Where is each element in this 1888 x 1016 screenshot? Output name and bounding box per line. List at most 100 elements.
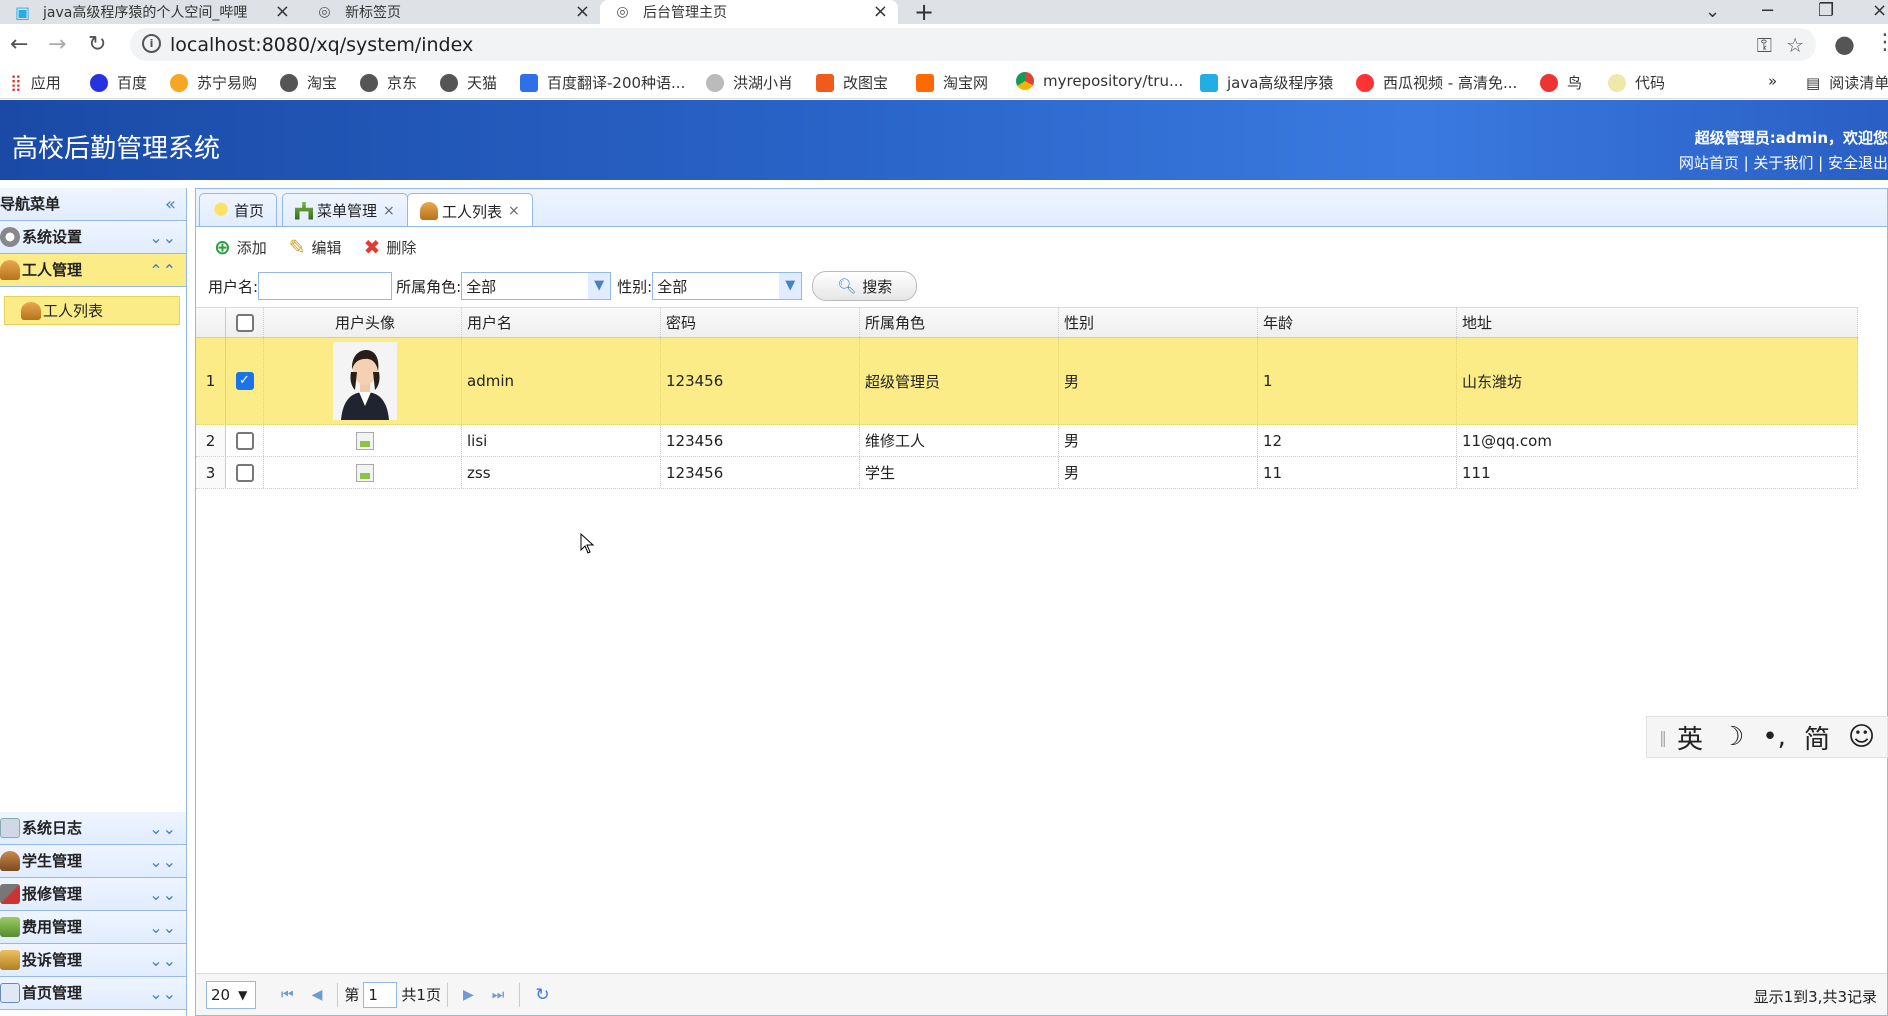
window-close-icon[interactable]: × bbox=[1872, 0, 1887, 21]
bookmark-tmall[interactable]: 天猫 bbox=[440, 72, 497, 93]
sidebar-item-worker-list[interactable]: 工人列表 bbox=[4, 296, 180, 325]
page-number-input[interactable]: 1 bbox=[363, 981, 398, 1008]
role-select[interactable]: 全部 ▼ bbox=[461, 272, 612, 300]
bookmark-xigua[interactable]: 西瓜视频 - 高清免... bbox=[1356, 72, 1517, 93]
select-all-checkbox[interactable] bbox=[235, 313, 254, 332]
page-size-select[interactable]: 20 ▼ bbox=[206, 980, 256, 1009]
new-tab-icon[interactable]: + bbox=[914, 0, 934, 26]
tab-menu-management[interactable]: 菜单管理 × bbox=[282, 193, 408, 227]
table-row[interactable]: 3 zss 123456 学生 男 11 111 bbox=[196, 457, 1858, 489]
username-input[interactable] bbox=[258, 272, 393, 300]
bookmark-code[interactable]: 代码 bbox=[1608, 72, 1665, 93]
next-page-icon[interactable]: ▶ bbox=[463, 987, 474, 1003]
bookmarks-bar: ⣿ 应用 百度 苏宁易购 淘宝 京东 天猫 百度翻译-200种语... 洪湖小肖 … bbox=[0, 65, 1888, 99]
browser-tab-1[interactable]: ▣ java高级程序猿的个人空间_哔哩 × bbox=[0, 0, 300, 24]
forward-icon[interactable]: → bbox=[48, 32, 66, 57]
sidebar-panel-worker-management[interactable]: 工人管理 ⌃⌃ bbox=[0, 254, 186, 287]
chevron-down-icon[interactable]: ▼ bbox=[779, 273, 802, 299]
row-checkbox[interactable] bbox=[235, 431, 254, 450]
globe-icon bbox=[440, 73, 458, 92]
gender-cell: 男 bbox=[1059, 457, 1258, 488]
bookmark-fanyi[interactable]: 百度翻译-200种语... bbox=[520, 72, 685, 93]
reload-icon[interactable]: ↻ bbox=[88, 32, 106, 57]
search-button[interactable]: 🔍︎ 搜索 bbox=[812, 271, 918, 301]
chevron-down-icon[interactable]: ▼ bbox=[588, 273, 611, 299]
star-icon[interactable]: ☆ bbox=[1786, 33, 1804, 57]
bookmark-niao[interactable]: 鸟 bbox=[1540, 72, 1582, 93]
first-page-icon[interactable]: ⏮ bbox=[281, 987, 294, 1003]
row-checkbox[interactable] bbox=[235, 463, 254, 482]
restore-icon[interactable]: ❐ bbox=[1818, 0, 1834, 21]
column-header-address[interactable]: 地址 bbox=[1457, 308, 1858, 337]
url-text[interactable]: localhost:8080/xq/system/index bbox=[170, 34, 473, 56]
punctuation-icon[interactable]: •, bbox=[1762, 722, 1786, 752]
minimize-icon[interactable]: − bbox=[1760, 0, 1775, 21]
profile-dropdown-icon[interactable]: ⌄ bbox=[1705, 1, 1720, 22]
edit-button[interactable]: ✎ 编辑 bbox=[289, 235, 342, 259]
column-header-role[interactable]: 所属角色 bbox=[860, 308, 1059, 337]
close-icon[interactable]: × bbox=[873, 1, 888, 22]
column-header-age[interactable]: 年龄 bbox=[1258, 308, 1457, 337]
tab-home[interactable]: 首页 bbox=[199, 193, 278, 227]
menu-icon[interactable]: ⋮ bbox=[1874, 30, 1888, 55]
bookmark-taobaowang[interactable]: 淘宝网 bbox=[916, 72, 988, 93]
row-checkbox[interactable]: ✓ bbox=[235, 372, 254, 390]
bookmark-myrepository[interactable]: myrepository/tru... bbox=[1016, 72, 1183, 90]
column-header-avatar[interactable]: 用户头像 bbox=[264, 308, 462, 337]
moon-icon[interactable]: ☽ bbox=[1721, 722, 1744, 752]
header-links[interactable]: 网站首页 | 关于我们 | 安全退出 bbox=[1679, 152, 1888, 173]
sidebar-panel-system-log[interactable]: 系统日志 ⌄⌄ bbox=[0, 812, 186, 845]
emoji-icon[interactable]: ☺ bbox=[1848, 722, 1875, 752]
sidebar-panel-repair-management[interactable]: 报修管理 ⌄⌄ bbox=[0, 878, 186, 911]
browser-tab-2[interactable]: ◎ 新标签页 × bbox=[302, 0, 600, 24]
info-icon[interactable]: i bbox=[142, 34, 161, 53]
column-header-password[interactable]: 密码 bbox=[661, 308, 860, 337]
table-row[interactable]: 2 lisi 123456 维修工人 男 12 11@qq.com bbox=[196, 425, 1858, 457]
sidebar-panel-complaint-management[interactable]: 投诉管理 ⌄⌄ bbox=[0, 944, 186, 977]
delete-button[interactable]: ✖ 删除 bbox=[364, 235, 417, 259]
address-bar[interactable]: i localhost:8080/xq/system/index ⚿ ☆ bbox=[130, 28, 1816, 61]
column-header-username[interactable]: 用户名 bbox=[462, 308, 661, 337]
sidebar-panel-home-management[interactable]: 首页管理 ⌄⌄ bbox=[0, 977, 186, 1010]
ime-simplified-toggle[interactable]: 简 bbox=[1804, 719, 1830, 756]
close-icon[interactable]: × bbox=[383, 203, 395, 219]
back-icon[interactable]: ← bbox=[10, 32, 28, 57]
sidebar-panel-fee-management[interactable]: 费用管理 ⌄⌄ bbox=[0, 911, 186, 944]
bookmarks-more[interactable]: » bbox=[1768, 72, 1777, 90]
ime-handle[interactable]: ‖ bbox=[1659, 728, 1667, 747]
select-cell bbox=[226, 457, 264, 488]
bookmark-suning[interactable]: 苏宁易购 bbox=[170, 72, 257, 93]
ime-language-toggle[interactable]: 英 bbox=[1677, 719, 1703, 756]
browser-tab-strip: ▣ java高级程序猿的个人空间_哔哩 × ◎ 新标签页 × ◎ 后台管理主页 … bbox=[0, 0, 1888, 26]
row-number: 3 bbox=[196, 457, 226, 488]
add-button[interactable]: ⊕ 添加 bbox=[214, 235, 267, 259]
reading-list[interactable]: ▤ 阅读清单 bbox=[1806, 72, 1888, 93]
profile-icon[interactable]: ● bbox=[1834, 30, 1855, 58]
table-row[interactable]: 1 ✓ admin 123456 超级管理员 男 1 山东潍坊 bbox=[196, 338, 1858, 425]
sidebar-panel-student-management[interactable]: 学生管理 ⌄⌄ bbox=[0, 845, 186, 878]
close-icon[interactable]: × bbox=[508, 203, 520, 219]
collapse-icon[interactable]: « bbox=[165, 188, 176, 221]
globe-icon: ◎ bbox=[616, 4, 629, 20]
column-header-gender[interactable]: 性别 bbox=[1059, 308, 1258, 337]
bookmark-apps[interactable]: ⣿ 应用 bbox=[10, 72, 61, 93]
gender-select[interactable]: 全部 ▼ bbox=[652, 272, 803, 300]
chevron-down-icon: ⌄⌄ bbox=[149, 228, 176, 247]
last-page-icon[interactable]: ⏭ bbox=[492, 987, 505, 1003]
bookmark-honghu[interactable]: 洪湖小肖 bbox=[706, 72, 793, 93]
bookmark-baidu[interactable]: 百度 bbox=[90, 72, 147, 93]
prev-page-icon[interactable]: ◀ bbox=[312, 987, 323, 1003]
tab-worker-list[interactable]: 工人列表 × bbox=[407, 193, 533, 228]
refresh-icon[interactable]: ↻ bbox=[535, 985, 549, 1005]
close-icon[interactable]: × bbox=[575, 1, 590, 22]
username-cell: lisi bbox=[462, 425, 661, 456]
bookmark-jd[interactable]: 京东 bbox=[360, 72, 417, 93]
browser-tab-3[interactable]: ◎ 后台管理主页 × bbox=[600, 0, 898, 24]
bookmark-gaitubao[interactable]: 改图宝 bbox=[816, 72, 888, 93]
close-icon[interactable]: × bbox=[275, 1, 290, 22]
bookmark-taobao[interactable]: 淘宝 bbox=[280, 72, 337, 93]
age-cell: 12 bbox=[1258, 425, 1457, 456]
bookmark-java[interactable]: java高级程序猿 bbox=[1200, 72, 1333, 93]
sidebar-panel-system-settings[interactable]: 系统设置 ⌄⌄ bbox=[0, 221, 186, 254]
key-icon[interactable]: ⚿ bbox=[1757, 33, 1772, 57]
